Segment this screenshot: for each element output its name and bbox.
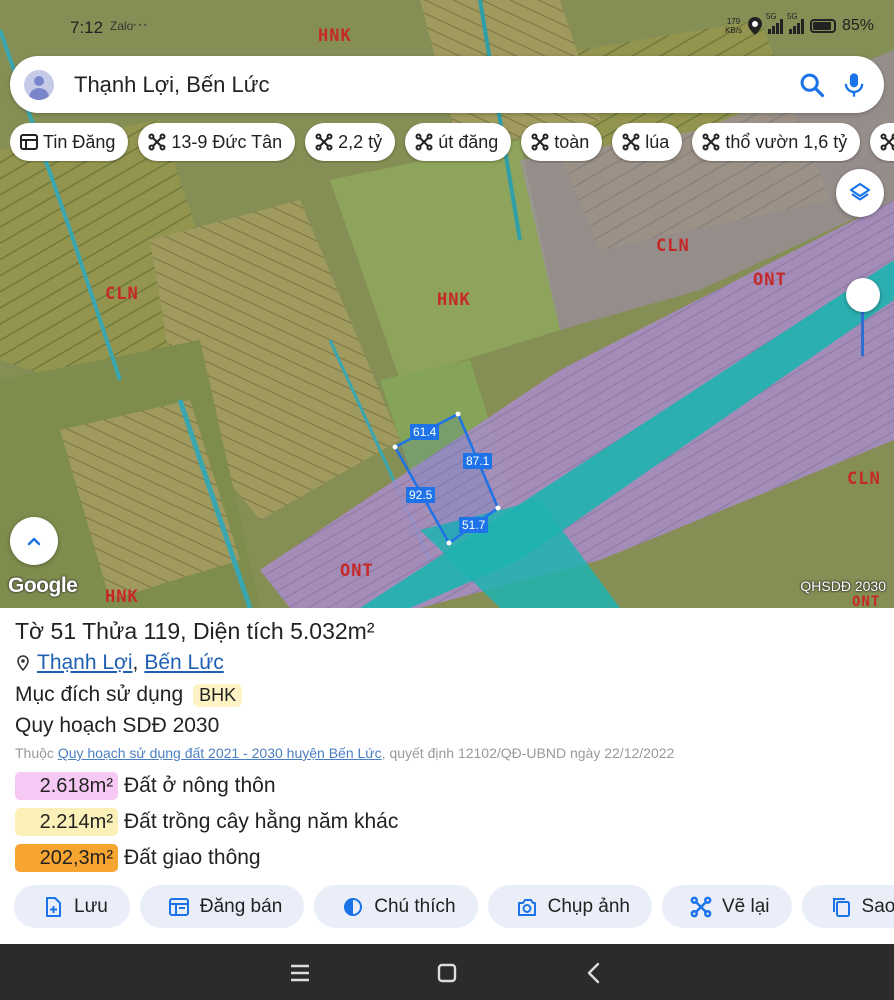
chip-saved-area[interactable]: 2,2 tỷ [305, 123, 396, 161]
polygon-icon [415, 133, 433, 151]
chip-saved-area[interactable]: lúa [612, 123, 683, 161]
chip-saved-area[interactable]: 27 [870, 123, 894, 161]
add-doc-icon [46, 896, 61, 917]
layers-button[interactable] [836, 169, 884, 217]
location-separator: , [132, 651, 139, 674]
recent-apps-icon[interactable] [285, 958, 315, 988]
area-value: 2.618m² [15, 772, 118, 800]
location-row: Thạnh Lợi , Bến Lức [15, 651, 224, 675]
screenshot-button[interactable]: Chụp ảnh [487, 885, 652, 928]
area-label: Đất giao thông [124, 846, 261, 869]
filter-chips: Tin Đăng 13-9 Đức Tân 2,2 tỷ út đăng toà… [10, 123, 894, 163]
edge-length-label: 61.4 [410, 424, 440, 440]
parcel-title: Tờ 51 Thửa 119, Diện tích 5.032m² [15, 618, 375, 644]
area-row: 2.618m² Đất ở nông thôn [15, 772, 276, 800]
decision-detail: , quyết định 12102/QĐ-UBND ngày 22/12/20… [381, 745, 675, 761]
zone-label: ONT [340, 561, 374, 581]
google-logo: Google [8, 574, 78, 597]
camera-icon [517, 898, 536, 916]
chevron-up-icon [27, 537, 41, 546]
area-row: 2.214m² Đất trồng cây hằng năm khác [15, 808, 398, 836]
overlay-opacity-slider[interactable] [846, 278, 880, 360]
decision-prefix: Thuộc [15, 745, 54, 761]
signal-icon: 5G [787, 12, 804, 34]
system-nav-bar [0, 944, 894, 1000]
area-value: 202,3m² [15, 844, 118, 872]
polygon-icon [148, 133, 166, 151]
battery-icon [809, 19, 836, 33]
copy-icon [832, 897, 850, 917]
zone-label: ONT [852, 594, 881, 608]
location-icon [747, 17, 762, 35]
land-use-purpose: Mục đích sử dụng BHK [15, 683, 243, 707]
area-row: 202,3m² Đất giao thông [15, 844, 261, 872]
area-value: 2.214m² [15, 808, 118, 836]
chip-saved-area[interactable]: thổ vườn 1,6 tỷ [692, 123, 861, 161]
expand-panel-button[interactable] [10, 517, 58, 565]
status-indicators: 179 KB/s 5G 5G 85% [725, 12, 874, 35]
chip-saved-area[interactable]: toàn [521, 123, 603, 161]
edge-length-label: 87.1 [463, 453, 493, 469]
area-label: Đất trồng cây hằng năm khác [124, 810, 399, 833]
action-buttons: Lưu Đăng bán Chú thích Chụp ảnh Vẽ lại S… [14, 885, 894, 929]
polygon-icon [622, 133, 640, 151]
status-time: 7:12 [70, 18, 104, 37]
zalo-icon: Zalo [110, 19, 134, 33]
home-icon[interactable] [432, 958, 462, 988]
legend-button[interactable]: Chú thích [314, 885, 478, 928]
contrast-icon [344, 897, 363, 916]
signal-icon: 5G [766, 12, 783, 34]
polygon-icon [880, 133, 894, 151]
zone-label: CLN [847, 469, 881, 489]
zone-label: CLN [105, 284, 139, 304]
layers-icon [850, 183, 870, 201]
polygon-icon [531, 133, 549, 151]
zone-label: ONT [753, 270, 787, 290]
slider-thumb[interactable] [846, 278, 880, 312]
polygon-icon [690, 896, 712, 917]
back-icon[interactable] [580, 958, 610, 988]
status-bar: 7:12 Zalo ··· 179 KB/s 5G 5G 85% [0, 0, 894, 56]
list-for-sale-button[interactable]: Đăng bán [139, 885, 305, 928]
more-notifications-icon: ··· [132, 16, 148, 33]
save-button[interactable]: Lưu [14, 885, 130, 928]
redraw-button[interactable]: Vẽ lại [662, 885, 792, 928]
zone-label: HNK [105, 587, 139, 607]
edge-length-label: 92.5 [406, 487, 436, 503]
purpose-code-badge: BHK [193, 683, 243, 707]
polygon-icon [702, 133, 720, 151]
search-input[interactable]: Thạnh Lợi, Bến Lức [74, 72, 798, 98]
area-label: Đất ở nông thôn [124, 774, 276, 797]
parcel-info-panel: Tờ 51 Thửa 119, Diện tích 5.032m² Thạnh … [0, 608, 894, 944]
location-pin-icon [17, 655, 29, 671]
layer-attribution: QHSDĐ 2030 [800, 578, 886, 594]
map-view[interactable]: HNK CLN HNK CLN ONT CLN ONT HNK ONT 61.4… [0, 0, 894, 608]
mic-icon[interactable] [840, 71, 868, 99]
copy-coordinates-button[interactable]: Sao chép tọa độ [801, 885, 894, 928]
edge-length-label: 51.7 [459, 517, 489, 533]
polygon-icon [315, 133, 333, 151]
purpose-label: Mục đích sử dụng [15, 683, 184, 706]
plan-link[interactable]: Quy hoạch sử dụng đất 2021 - 2030 huyện … [58, 745, 382, 761]
ward-link[interactable]: Thạnh Lợi [37, 651, 133, 675]
listing-icon [168, 897, 189, 916]
zone-label: CLN [656, 236, 690, 256]
plan-decision: Thuộc Quy hoạch sử dụng đất 2021 - 2030 … [15, 745, 674, 761]
network-speed: 179 KB/s [725, 17, 742, 35]
battery-percent: 85% [841, 17, 874, 34]
chip-saved-area[interactable]: út đăng [405, 123, 512, 161]
search-bar[interactable]: Thạnh Lợi, Bến Lức [10, 56, 884, 113]
search-icon[interactable] [798, 71, 826, 99]
plan-title: Quy hoạch SDĐ 2030 [15, 714, 220, 737]
zone-label: HNK [437, 290, 471, 310]
list-icon [20, 134, 38, 150]
user-avatar-icon[interactable] [24, 69, 54, 100]
district-link[interactable]: Bến Lức [144, 651, 223, 675]
chip-tin-dang[interactable]: Tin Đăng [10, 123, 129, 161]
chip-saved-area[interactable]: 13-9 Đức Tân [138, 123, 296, 161]
